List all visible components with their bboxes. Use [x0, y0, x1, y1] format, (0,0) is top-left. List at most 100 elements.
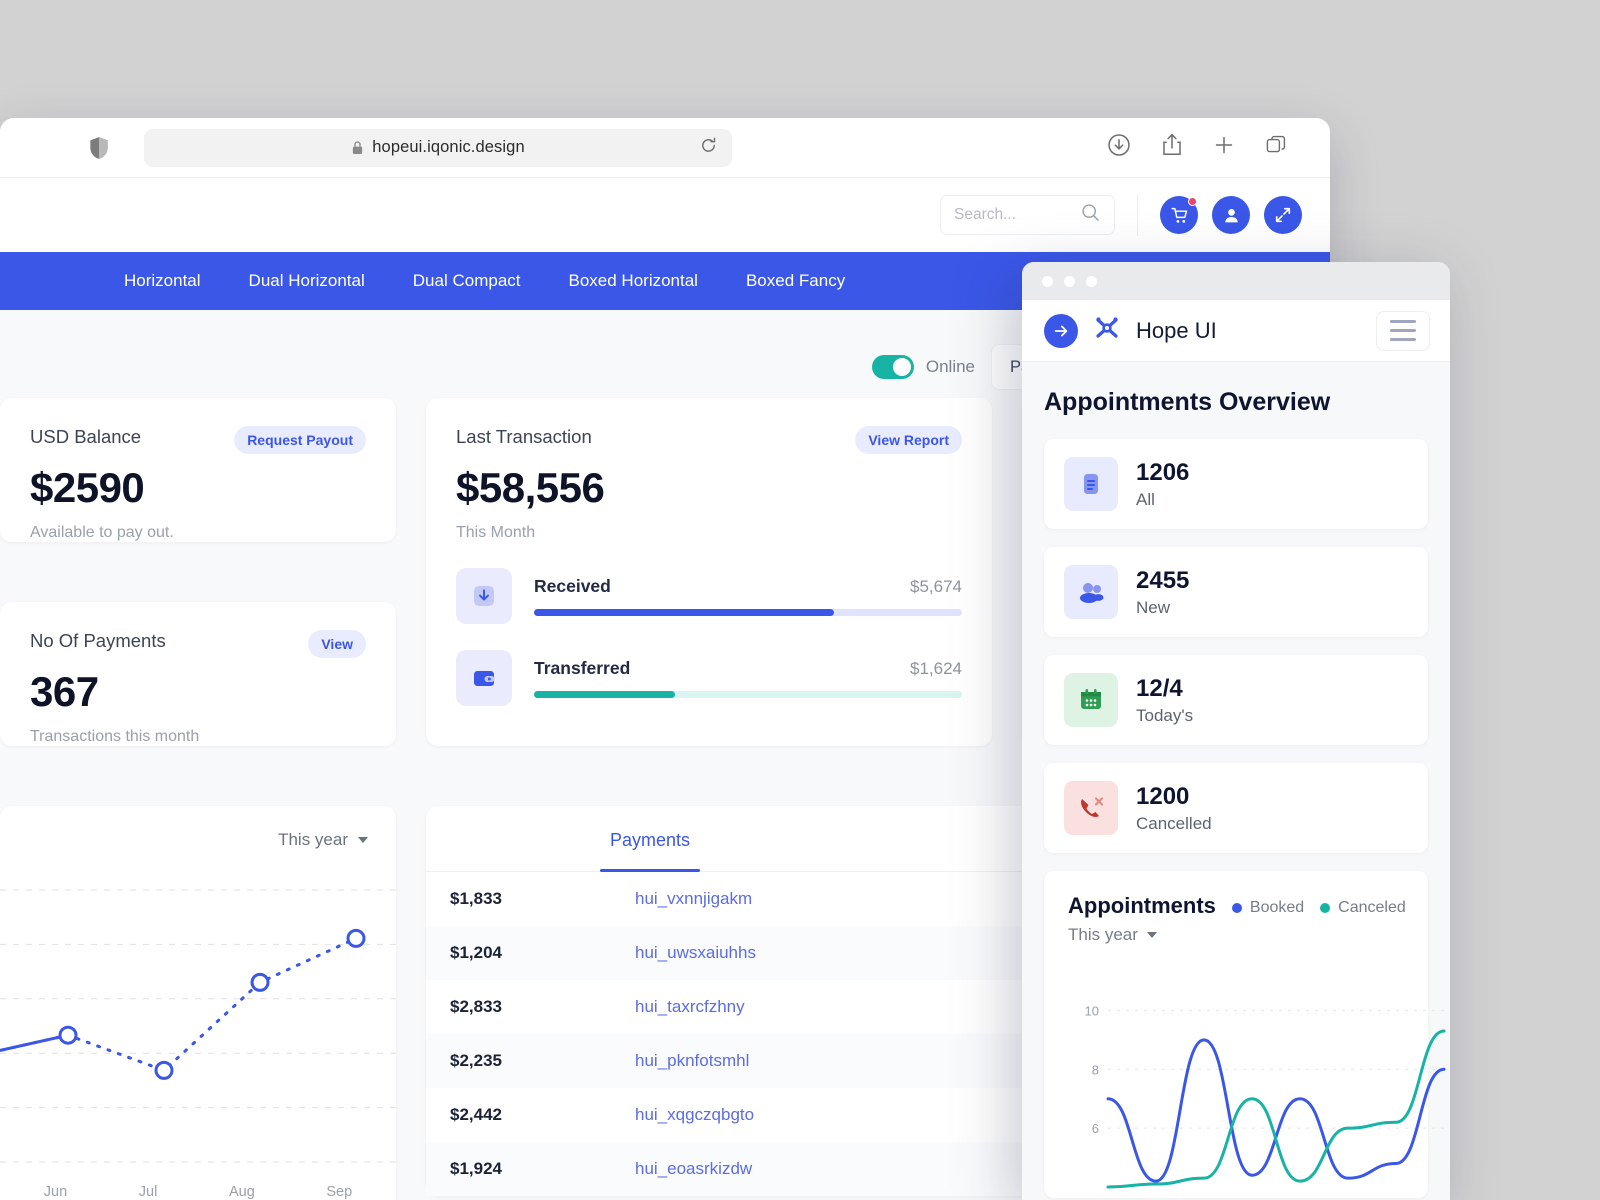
request-payout-button[interactable]: Request Payout: [234, 426, 366, 454]
monthly-line-chart: [0, 850, 396, 1180]
row-amount: $2,442: [450, 1105, 502, 1124]
stat-label: All: [1136, 489, 1155, 509]
browser-action-icons: [1106, 132, 1308, 163]
people-icon: [1064, 565, 1118, 619]
appointments-chart-title: Appointments: [1068, 893, 1216, 918]
legend-canceled-label: Canceled: [1338, 899, 1406, 916]
arrow-right-icon[interactable]: [1044, 313, 1078, 348]
hamburger-menu-button[interactable]: [1376, 310, 1430, 351]
download-icon[interactable]: [1106, 132, 1132, 163]
x-tick-jun: Jun: [43, 1184, 68, 1200]
appointments-overview-title: Appointments Overview: [1044, 388, 1331, 416]
url-text: hopeui.iqonic.design: [372, 138, 525, 156]
phone-missed-icon: [1064, 781, 1118, 835]
document-icon: [1064, 457, 1118, 511]
online-toggle-group: Online: [871, 355, 976, 379]
nav-item-dual-compact[interactable]: Dual Compact: [389, 271, 545, 291]
payments-count-note: Transactions this month: [30, 728, 200, 745]
received-progress: [534, 609, 962, 616]
transferred-progress: [534, 691, 962, 698]
row-amount: $1,924: [450, 1159, 502, 1178]
linechart-range-select[interactable]: This year: [278, 830, 368, 850]
view-button[interactable]: View: [308, 630, 366, 658]
calendar-icon: [1064, 673, 1118, 727]
payments-count-value: 367: [30, 668, 99, 715]
row-transaction-id[interactable]: hui_uwsxaiuhhs: [635, 943, 1068, 963]
address-bar[interactable]: hopeui.iqonic.design: [144, 128, 732, 167]
linechart-x-axis: Jun Jul Aug Sep: [0, 1184, 396, 1200]
usd-balance-value: $2590: [30, 464, 145, 511]
appointment-stat-card[interactable]: 2455 New: [1044, 547, 1428, 637]
view-report-button[interactable]: View Report: [855, 426, 962, 454]
hope-ui-window: Hope UI Appointments Overview 1206 All 245…: [1022, 262, 1450, 1200]
stat-label: New: [1136, 597, 1171, 617]
lock-icon: [351, 140, 364, 156]
payments-count-card: No Of Payments View 367 Transactions thi…: [0, 602, 396, 746]
linechart-range-value: This year: [278, 830, 348, 849]
user-profile-button[interactable]: [1212, 196, 1250, 234]
x-tick-sep: Sep: [326, 1184, 353, 1200]
row-transaction-id[interactable]: hui_eoasrkizdw: [635, 1159, 1068, 1179]
x-tick-jul: Jul: [138, 1184, 158, 1200]
stat-value: 2455: [1136, 566, 1190, 594]
svg-text:8: 8: [1092, 1062, 1099, 1077]
received-value: $5,674: [910, 577, 962, 596]
payments-count-title: No Of Payments: [30, 630, 166, 651]
new-tab-icon[interactable]: [1212, 133, 1236, 162]
row-transaction-id[interactable]: hui_pknfotsmhl: [635, 1051, 1068, 1071]
window-maximize-dot[interactable]: [1086, 275, 1097, 287]
toolbar-divider: [1137, 194, 1138, 236]
search-input[interactable]: Search...: [940, 195, 1115, 235]
tab-payments[interactable]: Payments: [426, 806, 874, 871]
appointment-stat-card[interactable]: 12/4 Today's: [1044, 655, 1428, 745]
hope-app-header: Hope UI: [1022, 300, 1450, 362]
last-transaction-card: Last Transaction View Report $58,556 Thi…: [426, 398, 992, 746]
search-icon: [1080, 202, 1101, 228]
stat-value: 12/4: [1136, 674, 1183, 702]
row-amount: $1,204: [450, 943, 502, 962]
legend-booked: Booked: [1231, 899, 1305, 917]
legend-booked-label: Booked: [1249, 899, 1305, 916]
row-transaction-id[interactable]: hui_taxrcfzhny: [635, 997, 1068, 1017]
appointment-stat-card[interactable]: 1206 All: [1044, 439, 1428, 529]
cart-button[interactable]: [1160, 196, 1198, 234]
row-amount: $2,235: [450, 1051, 502, 1070]
nav-item-dual-horizontal[interactable]: Dual Horizontal: [225, 271, 389, 291]
share-icon[interactable]: [1160, 132, 1184, 163]
window-close-dot[interactable]: [1042, 275, 1053, 287]
shield-icon[interactable]: [86, 135, 112, 161]
nav-item-horizontal[interactable]: Horizontal: [100, 271, 225, 291]
nav-item-boxed-fancy[interactable]: Boxed Fancy: [722, 271, 869, 291]
online-toggle[interactable]: [871, 355, 914, 379]
transferred-value: $1,624: [910, 659, 962, 678]
expand-button[interactable]: [1264, 196, 1302, 234]
cart-notification-badge: [1188, 197, 1197, 206]
appointments-range-select[interactable]: This year: [1068, 925, 1404, 945]
search-placeholder: Search...: [954, 206, 1017, 223]
appointment-stat-card[interactable]: 1200 Cancelled: [1044, 763, 1428, 853]
received-row: Received $5,674: [456, 568, 962, 624]
stat-value: 1206: [1136, 458, 1190, 486]
hope-logo-icon: [1092, 313, 1122, 348]
online-toggle-label: Online: [925, 357, 976, 376]
row-transaction-id[interactable]: hui_vxnnjigakm: [635, 889, 1068, 909]
usd-balance-title: USD Balance: [30, 426, 142, 447]
appointment-stats-list: 1206 All 2455 New 12/4 Today's 1200 Cancelled: [1044, 439, 1428, 853]
x-tick-aug: Aug: [228, 1184, 255, 1200]
stat-label: Cancelled: [1136, 813, 1212, 833]
appointments-range-value: This year: [1068, 925, 1138, 944]
nav-item-boxed-horizontal[interactable]: Boxed Horizontal: [545, 271, 722, 291]
transferred-row: Transferred $1,624: [456, 650, 962, 706]
row-transaction-id[interactable]: hui_xqgczqbgto: [635, 1105, 1068, 1125]
browser-chrome-bar: hopeui.iqonic.design: [0, 118, 1330, 178]
svg-text:10: 10: [1085, 1003, 1099, 1018]
last-transaction-title: Last Transaction: [456, 426, 592, 447]
app-top-bar: Search...: [0, 178, 1330, 252]
transferred-label: Transferred: [534, 658, 631, 678]
last-transaction-note: This Month: [456, 524, 536, 541]
tabs-icon[interactable]: [1264, 133, 1288, 162]
window-minimize-dot[interactable]: [1064, 275, 1075, 287]
reload-icon[interactable]: [699, 136, 718, 160]
hope-app-body: Appointments Overview 1206 All 2455 New 12/4…: [1022, 362, 1450, 1198]
received-label: Received: [534, 576, 611, 596]
